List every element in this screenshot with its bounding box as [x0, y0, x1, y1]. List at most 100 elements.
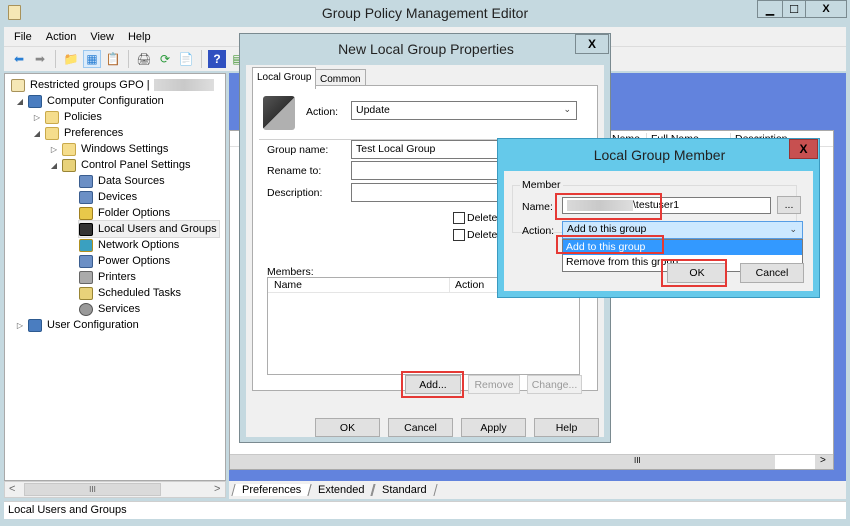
collapse-icon[interactable]: ◢	[15, 97, 25, 106]
menu-file[interactable]: File	[14, 31, 32, 43]
toolbar-separator	[201, 50, 202, 68]
show-hide-tree-icon[interactable]: ▦	[83, 50, 101, 68]
collapse-icon[interactable]: ◢	[49, 161, 59, 170]
action-value: Add to this group	[567, 223, 647, 235]
menu-view[interactable]: View	[90, 31, 114, 43]
tree-node-network-options[interactable]: Network Options	[79, 237, 179, 253]
tab-local-group[interactable]: Local Group	[252, 67, 317, 89]
collapse-icon[interactable]: ◢	[32, 129, 42, 138]
tab-extended[interactable]: Extended	[307, 484, 376, 496]
tab-preferences[interactable]: Preferences	[231, 484, 312, 496]
tree-node-devices[interactable]: Devices	[79, 189, 137, 205]
apply-button[interactable]: Apply	[461, 418, 526, 437]
dialog-body: Member Name: \testuser1 ... Action: Add …	[504, 171, 813, 291]
list-horizontal-scrollbar[interactable]: III >	[230, 454, 833, 469]
tree-node-printers[interactable]: Printers	[79, 269, 136, 285]
view-tabs: Preferences Extended Standard	[229, 481, 846, 499]
tree-node-preferences[interactable]: ◢ Preferences	[32, 125, 123, 141]
remove-member-button[interactable]: Remove	[468, 375, 520, 394]
expand-icon[interactable]: ▷	[15, 321, 25, 330]
close-button[interactable]: X	[805, 0, 847, 18]
tree-node-folder-options[interactable]: Folder Options	[79, 205, 170, 221]
redacted-text	[153, 79, 214, 91]
highlight-box	[661, 259, 727, 287]
local-users-groups-icon	[79, 222, 93, 236]
cancel-button[interactable]: Cancel	[388, 418, 453, 437]
refresh-icon[interactable]: ⟳	[156, 50, 174, 68]
minimize-button[interactable]: ▁	[757, 0, 783, 18]
tree-label: Policies	[64, 111, 102, 123]
tree-node-data-sources[interactable]: Data Sources	[79, 173, 165, 189]
action-label: Action:	[306, 106, 339, 118]
tree-node-services[interactable]: Services	[79, 301, 140, 317]
tree-node-user-configuration[interactable]: ▷ User Configuration	[15, 317, 139, 333]
forward-icon[interactable]: ➡	[31, 50, 49, 68]
toolbar-separator	[55, 50, 56, 68]
column-name[interactable]: Name	[274, 279, 302, 291]
tree-node-control-panel-settings[interactable]: ◢ Control Panel Settings	[49, 157, 190, 173]
control-panel-folder-icon	[62, 158, 76, 172]
scroll-left-arrow[interactable]: <	[9, 483, 15, 495]
tree-label: Network Options	[98, 239, 180, 251]
tree-label: Local Users and Groups	[98, 223, 217, 235]
devices-icon	[79, 190, 93, 204]
toolbar-separator	[128, 50, 129, 68]
scroll-track[interactable]	[775, 455, 815, 469]
change-member-button[interactable]: Change...	[527, 375, 582, 394]
dialog-close-button[interactable]: X	[575, 34, 609, 54]
delete-all-users-checkbox[interactable]	[453, 212, 465, 224]
scroll-right-arrow[interactable]: >	[214, 483, 220, 495]
tree-node-windows-settings[interactable]: ▷ Windows Settings	[49, 141, 168, 157]
tree-node-scheduled-tasks[interactable]: Scheduled Tasks	[79, 285, 181, 301]
gpo-scroll-icon	[11, 78, 25, 92]
name-label: Name:	[522, 201, 553, 213]
dialog-close-button[interactable]: X	[789, 139, 818, 159]
tree-node-power-options[interactable]: Power Options	[79, 253, 170, 269]
expand-icon[interactable]: ▷	[32, 113, 42, 122]
window-title: Group Policy Management Editor	[321, 5, 529, 21]
ok-button[interactable]: OK	[315, 418, 380, 437]
checkbox-label: Delete	[467, 212, 498, 224]
scroll-thumb[interactable]: III	[24, 483, 161, 496]
data-sources-icon	[79, 174, 93, 188]
tree-node-computer-configuration[interactable]: ◢ Computer Configuration	[15, 93, 164, 109]
computer-icon	[28, 94, 42, 108]
expand-icon[interactable]: ▷	[49, 145, 59, 154]
action-select[interactable]: Update ⌄	[351, 101, 577, 120]
column-action[interactable]: Action	[449, 278, 484, 293]
tree-label: Folder Options	[98, 207, 171, 219]
network-options-icon	[79, 238, 93, 252]
help-icon[interactable]: ?	[208, 50, 226, 68]
tree-label: User Configuration	[47, 319, 139, 331]
tab-standard[interactable]: Standard	[371, 484, 438, 496]
group-name-label: Group name:	[267, 144, 329, 156]
tree-horizontal-scrollbar[interactable]: < III >	[4, 481, 226, 498]
clipboard-icon[interactable]: 📋	[104, 50, 122, 68]
cancel-button[interactable]: Cancel	[740, 263, 804, 283]
tree-label: Power Options	[98, 255, 171, 267]
print-icon[interactable]: 🖨	[135, 50, 153, 68]
tree-label: Devices	[98, 191, 138, 203]
action-label: Action:	[522, 225, 555, 237]
services-gear-icon	[79, 302, 93, 316]
export-list-icon[interactable]: 📄	[177, 50, 195, 68]
back-icon[interactable]: ⬅	[10, 50, 28, 68]
browse-button[interactable]: ...	[777, 196, 801, 214]
action-value: Update	[356, 104, 390, 116]
tree-node-local-users-and-groups[interactable]: Local Users and Groups	[78, 220, 220, 238]
tree-node-policies[interactable]: ▷ Policies	[32, 109, 102, 125]
dialog-title: New Local Group Properties	[338, 41, 514, 57]
user-icon	[28, 318, 42, 332]
delete-all-groups-checkbox[interactable]	[453, 229, 465, 241]
tree-root-gpo[interactable]: Restricted groups GPO |	[11, 77, 214, 93]
menu-help[interactable]: Help	[128, 31, 151, 43]
folder-icon	[45, 110, 59, 124]
menu-action[interactable]: Action	[46, 31, 77, 43]
scroll-right-arrow[interactable]: >	[820, 455, 826, 466]
checkbox-label: Delete	[467, 229, 498, 241]
maximize-button[interactable]: ☐	[782, 0, 806, 18]
help-button[interactable]: Help	[534, 418, 599, 437]
up-folder-icon[interactable]: 📁	[62, 50, 80, 68]
highlight-box	[401, 371, 464, 398]
folder-icon	[45, 126, 59, 140]
